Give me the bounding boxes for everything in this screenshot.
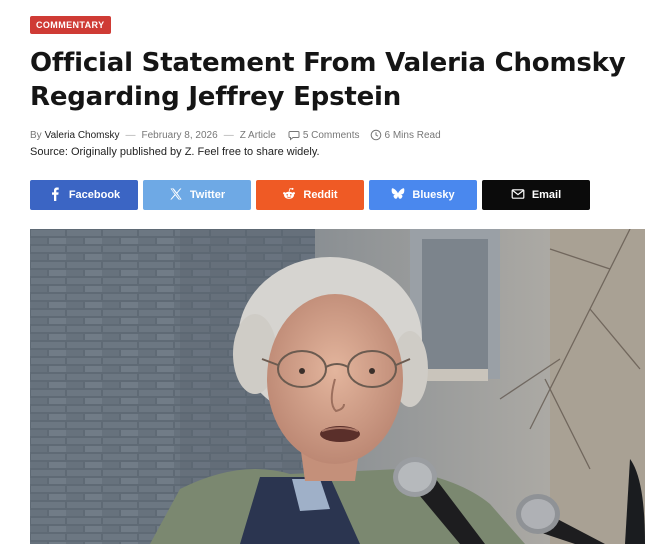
comments-link[interactable]: 5 Comments — [303, 130, 360, 141]
reddit-icon — [282, 187, 296, 204]
share-twitter-button[interactable]: Twitter — [143, 180, 251, 210]
share-bluesky-button[interactable]: Bluesky — [369, 180, 477, 210]
envelope-icon — [511, 187, 525, 204]
meta-separator: — — [223, 129, 234, 141]
share-reddit-button[interactable]: Reddit — [256, 180, 364, 210]
butterfly-icon — [391, 187, 405, 204]
x-icon — [169, 187, 183, 204]
read-time: 6 Mins Read — [384, 129, 441, 141]
clock-icon — [370, 129, 382, 141]
share-facebook-button[interactable]: Facebook — [30, 180, 138, 210]
share-bluesky-label: Bluesky — [412, 189, 455, 201]
publish-date: February 8, 2026 — [141, 129, 218, 141]
share-facebook-label: Facebook — [68, 189, 121, 201]
by-label: By — [30, 129, 42, 141]
speech-bubble-icon — [288, 129, 300, 141]
meta-separator: — — [125, 129, 136, 141]
author-link[interactable]: Valeria Chomsky — [45, 130, 120, 141]
article-meta: By Valeria Chomsky — February 8, 2026 — … — [30, 129, 441, 141]
featured-image — [30, 229, 645, 544]
category-badge[interactable]: COMMENTARY — [30, 16, 111, 34]
share-email-label: Email — [531, 189, 562, 201]
source-line: Source: Originally published by Z. Feel … — [30, 146, 320, 158]
article-title: Official Statement From Valeria Chomsky … — [30, 48, 626, 112]
share-reddit-label: Reddit — [303, 189, 338, 201]
section-link[interactable]: Z Article — [240, 130, 276, 141]
share-buttons: Facebook Twitter Reddit Bluesky Email — [30, 180, 590, 210]
share-email-button[interactable]: Email — [482, 180, 590, 210]
share-twitter-label: Twitter — [189, 189, 226, 201]
facebook-icon — [48, 187, 62, 204]
